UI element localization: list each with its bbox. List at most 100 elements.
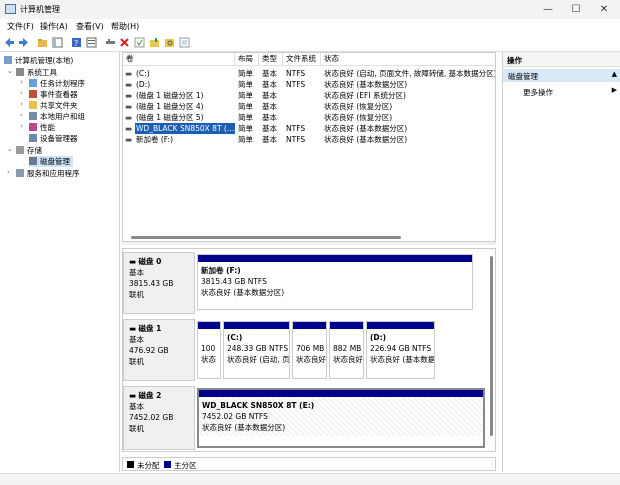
expand-icon[interactable]: ›	[7, 168, 10, 176]
refresh-icon[interactable]	[179, 37, 190, 48]
minimize-button[interactable]: —	[534, 0, 562, 19]
disk-state: 联机	[129, 290, 144, 299]
column-header-type[interactable]: 类型	[259, 53, 283, 66]
menu-bar: 文件(F) 操作(A) 查看(V) 帮助(H)	[0, 19, 620, 34]
tree-item-label: 本地用户和组	[40, 112, 85, 121]
disk-size: 476.92 GB	[129, 346, 169, 355]
horizontal-scrollbar[interactable]	[127, 235, 489, 239]
table-row-selected[interactable]: ▬ WD_BLACK SN850X 8T (… 简单 基本 NTFS 状态良好 …	[123, 123, 495, 134]
menu-help[interactable]: 帮助(H)	[111, 21, 139, 32]
partition-d[interactable]: (D:) 226.94 GB NTFS 状态良好 (基本数据分区)	[366, 321, 435, 379]
tree-item-device-manager[interactable]: 设备管理器	[29, 133, 78, 144]
tree-item-local-users[interactable]: › 本地用户和组	[20, 111, 85, 122]
expand-icon[interactable]: ›	[20, 100, 23, 108]
cell-layout: 简单	[238, 91, 253, 100]
pane-splitter[interactable]	[122, 242, 496, 245]
column-header-status[interactable]: 状态	[321, 53, 495, 66]
close-button[interactable]: ✕	[590, 0, 618, 19]
tree-item-performance[interactable]: › 性能	[20, 122, 55, 133]
properties-icon[interactable]	[86, 37, 97, 48]
column-header-layout[interactable]: 布局	[235, 53, 259, 66]
delete-icon[interactable]	[119, 37, 130, 48]
actions-pane: 操作 磁盘管理 ▲ 更多操作 ▶	[502, 52, 620, 472]
collapse-icon[interactable]: ⌄	[7, 67, 13, 75]
legend: 未分配 主分区	[122, 457, 496, 471]
tree-item-storage[interactable]: ⌄ 存储	[7, 145, 42, 156]
column-header-filesystem[interactable]: 文件系统	[283, 53, 321, 66]
table-row[interactable]: ▬ (磁盘 1 磁盘分区 4) 简单 基本 状态良好 (恢复分区)	[123, 101, 495, 112]
partition-c[interactable]: (C:) 248.33 GB NTFS 状态良好 (启动, 页	[223, 321, 290, 379]
tree-item-task-scheduler[interactable]: › 任务计划程序	[20, 78, 85, 89]
disk-2-label[interactable]: ▬ 磁盘 2 基本 7452.02 GB 联机	[123, 386, 195, 450]
more-actions[interactable]: 更多操作 ▶	[503, 85, 620, 98]
disk-state: 联机	[129, 357, 144, 366]
actions-section-disk-management[interactable]: 磁盘管理 ▲	[503, 69, 620, 82]
up-folder-icon[interactable]	[37, 37, 48, 48]
primary-partition-bar	[293, 322, 326, 329]
menu-action[interactable]: 操作(A)	[40, 21, 68, 32]
cell-type: 基本	[262, 113, 277, 122]
collapse-icon[interactable]: ⌄	[7, 145, 13, 153]
cell-type: 基本	[262, 91, 277, 100]
table-row[interactable]: ▬ (磁盘 1 磁盘分区 5) 简单 基本 状态良好 (恢复分区)	[123, 112, 495, 123]
partition-f[interactable]: 新加卷 (F:) 3815.43 GB NTFS 状态良好 (基本数据分区)	[197, 254, 473, 310]
partition-name: WD_BLACK SN850X 8T (E:)	[202, 401, 315, 410]
computer-icon	[4, 56, 12, 64]
partition-efi[interactable]: 100 状态	[197, 321, 221, 379]
table-row[interactable]: ▬ (D:) 简单 基本 NTFS 状态良好 (基本数据分区)	[123, 79, 495, 90]
connect-icon[interactable]	[105, 37, 116, 48]
expand-icon[interactable]: ›	[20, 111, 23, 119]
tree-item-system-tools[interactable]: ⌄ 系统工具	[7, 67, 57, 78]
volume-list: 卷 布局 类型 文件系统 状态 ▬ (C:) 简单 基本 NTFS 状态良好 (…	[122, 52, 496, 242]
maximize-button[interactable]: ☐	[562, 0, 590, 19]
cell-filesystem: NTFS	[286, 69, 306, 78]
expand-icon[interactable]: ›	[20, 89, 23, 97]
table-row[interactable]: ▬ 新加卷 (F:) 简单 基本 NTFS 状态良好 (基本数据分区)	[123, 134, 495, 145]
vertical-scrollbar[interactable]	[489, 252, 494, 448]
disk-name: 磁盘 2	[138, 391, 162, 400]
clock-icon	[29, 79, 37, 87]
check-icon[interactable]	[134, 37, 145, 48]
partition-recovery-2[interactable]: 882 MB 状态良好	[329, 321, 364, 379]
expand-icon[interactable]: ›	[20, 122, 23, 130]
tree-item-event-viewer[interactable]: › 事件查看器	[20, 89, 78, 100]
cell-filesystem: NTFS	[286, 135, 306, 144]
help-icon[interactable]: ?	[71, 37, 82, 48]
back-icon[interactable]	[4, 37, 15, 48]
partition-recovery-1[interactable]: 706 MB 状态良好	[292, 321, 327, 379]
scrollbar-thumb[interactable]	[490, 256, 493, 436]
partition-status: 状态良好	[296, 355, 326, 364]
partition-name	[333, 332, 360, 343]
navigation-tree: 计算机管理(本地) ⌄ 系统工具 › 任务计划程序 › 事件查看器 › 共享文件…	[0, 52, 120, 472]
collapse-arrow-icon[interactable]: ▲	[612, 70, 617, 78]
tree-item-label: 系统工具	[27, 68, 57, 77]
table-row[interactable]: ▬ (C:) 简单 基本 NTFS 状态良好 (启动, 页面文件, 故障转储, …	[123, 68, 495, 79]
cell-status: 状态良好 (恢复分区)	[324, 102, 393, 111]
tree-item-root[interactable]: 计算机管理(本地)	[4, 55, 73, 66]
tree-item-label: 共享文件夹	[40, 101, 78, 110]
scrollbar-thumb[interactable]	[131, 236, 401, 239]
window-title: 计算机管理	[20, 5, 60, 14]
disk-1-label[interactable]: ▬ 磁盘 1 基本 476.92 GB 联机	[123, 319, 195, 381]
menu-view[interactable]: 查看(V)	[76, 21, 104, 32]
column-header-volume[interactable]: 卷	[123, 53, 235, 66]
event-viewer-icon	[29, 90, 37, 98]
partition-e-selected[interactable]: WD_BLACK SN850X 8T (E:) 7452.02 GB NTFS …	[197, 388, 485, 448]
cell-status: 状态良好 (恢复分区)	[324, 113, 393, 122]
partition-name: 新加卷 (F:)	[201, 266, 241, 275]
tree-item-services-apps[interactable]: › 服务和应用程序	[7, 168, 80, 179]
primary-partition-bar	[198, 322, 220, 329]
forward-icon[interactable]	[18, 37, 29, 48]
disk-management-icon	[29, 157, 37, 165]
tree-item-shared-folders[interactable]: › 共享文件夹	[20, 100, 78, 111]
cell-layout: 简单	[238, 102, 253, 111]
disk-graphical-view: ▬ 磁盘 0 基本 3815.43 GB 联机 新加卷 (F:) 3815.43…	[122, 248, 496, 452]
expand-icon[interactable]: ›	[20, 78, 23, 86]
search-icon[interactable]	[164, 37, 175, 48]
disk-0-label[interactable]: ▬ 磁盘 0 基本 3815.43 GB 联机	[123, 252, 195, 314]
table-row[interactable]: ▬ (磁盘 1 磁盘分区 1) 简单 基本 状态良好 (EFI 系统分区)	[123, 90, 495, 101]
new-folder-icon[interactable]	[149, 37, 160, 48]
tree-item-disk-management[interactable]: 磁盘管理	[29, 156, 73, 167]
show-hide-tree-icon[interactable]	[52, 37, 63, 48]
menu-file[interactable]: 文件(F)	[7, 21, 34, 32]
